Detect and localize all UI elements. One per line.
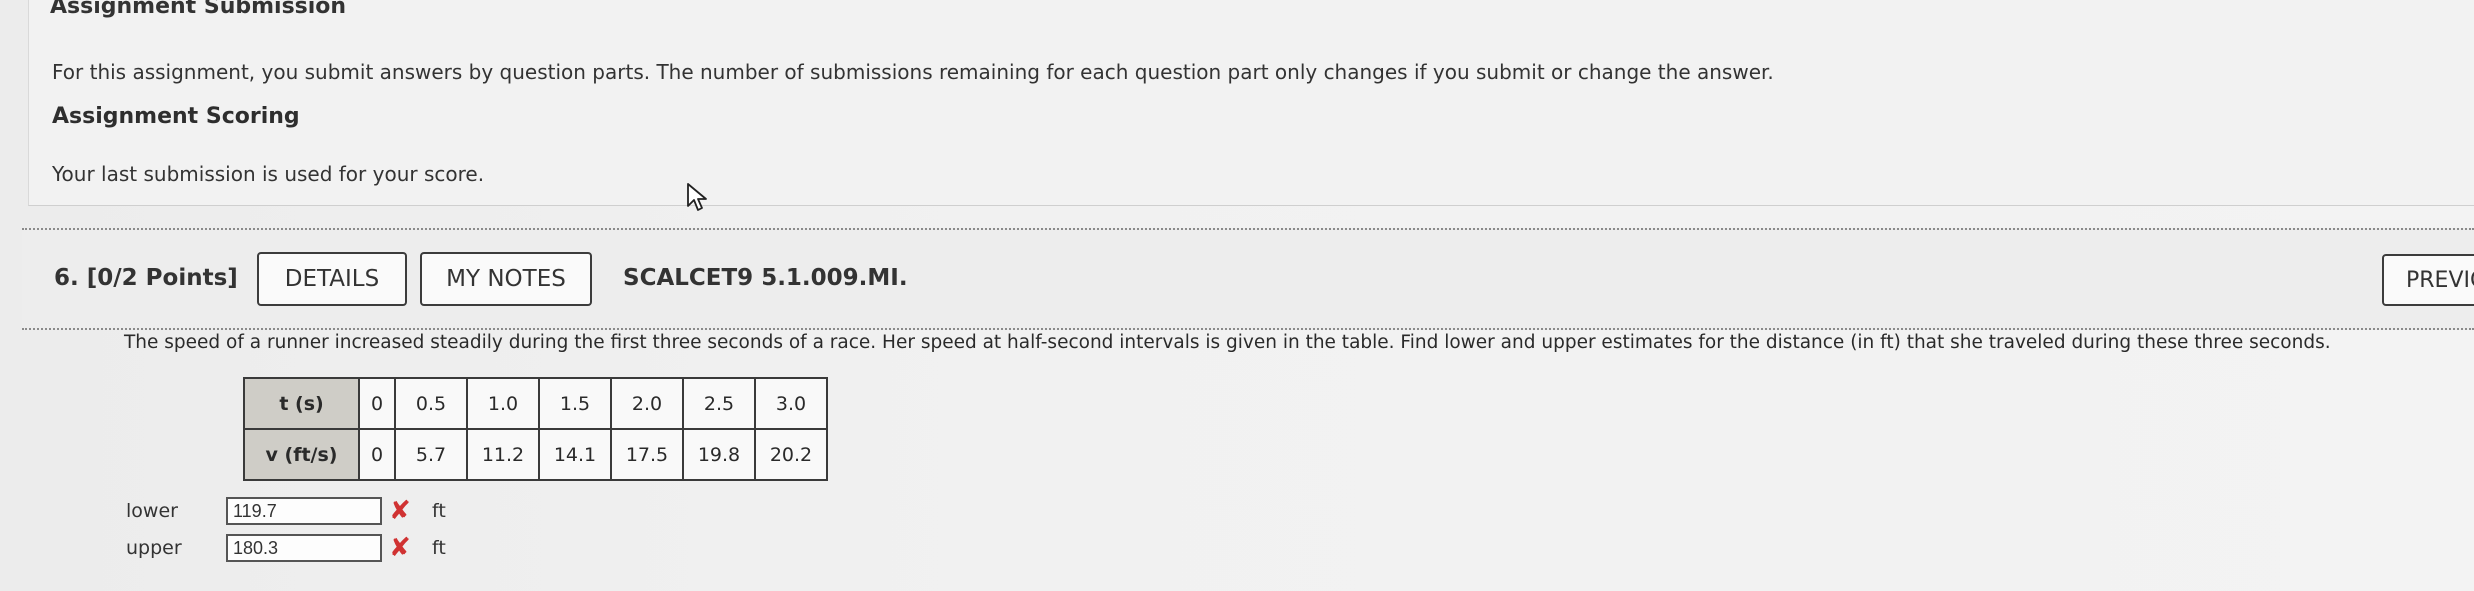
speed-row: v (ft/s) 0 5.7 11.2 14.1 17.5 19.8 20.2 <box>243 428 828 481</box>
table-cell: 20.2 <box>754 428 828 481</box>
table-cell: 17.5 <box>610 428 684 481</box>
time-row-header: t (s) <box>243 377 360 430</box>
question-text: The speed of a runner increased steadily… <box>124 332 2331 353</box>
lower-unit-label: ft <box>432 500 446 522</box>
table-cell: 14.1 <box>538 428 612 481</box>
question-code: SCALCET9 5.1.009.MI. <box>623 265 908 291</box>
incorrect-x-icon: ✘ <box>389 496 411 526</box>
my-notes-button[interactable]: MY NOTES <box>420 252 592 306</box>
table-cell: 2.0 <box>610 377 684 430</box>
submission-info-text: For this assignment, you submit answers … <box>52 60 1774 84</box>
speed-row-header: v (ft/s) <box>243 428 360 481</box>
scoring-info-text: Your last submission is used for your sc… <box>52 162 485 186</box>
question-points-label: 6. [0/2 Points] <box>54 265 238 291</box>
upper-unit-label: ft <box>432 537 446 559</box>
table-cell: 2.5 <box>682 377 756 430</box>
table-cell: 0 <box>358 377 396 430</box>
table-cell: 1.0 <box>466 377 540 430</box>
details-button[interactable]: DETAILS <box>257 252 407 306</box>
page: Assignment Submission For this assignmen… <box>0 0 2474 591</box>
table-cell: 3.0 <box>754 377 828 430</box>
time-row: t (s) 0 0.5 1.0 1.5 2.0 2.5 3.0 <box>243 377 828 430</box>
table-cell: 1.5 <box>538 377 612 430</box>
table-cell: 0.5 <box>394 377 468 430</box>
lower-label: lower <box>126 500 178 522</box>
speed-table: t (s) 0 0.5 1.0 1.5 2.0 2.5 3.0 v (ft/s)… <box>243 377 828 481</box>
previous-answers-button[interactable]: PREVIC <box>2382 254 2474 306</box>
table-cell: 11.2 <box>466 428 540 481</box>
lower-estimate-input[interactable] <box>226 497 382 525</box>
table-cell: 0 <box>358 428 396 481</box>
table-cell: 5.7 <box>394 428 468 481</box>
upper-label: upper <box>126 537 182 559</box>
table-cell: 19.8 <box>682 428 756 481</box>
upper-estimate-input[interactable] <box>226 534 382 562</box>
assignment-scoring-heading: Assignment Scoring <box>52 104 300 129</box>
assignment-submission-heading: Assignment Submission <box>50 0 347 19</box>
incorrect-x-icon: ✘ <box>389 533 411 563</box>
mouse-pointer-icon <box>687 183 707 211</box>
